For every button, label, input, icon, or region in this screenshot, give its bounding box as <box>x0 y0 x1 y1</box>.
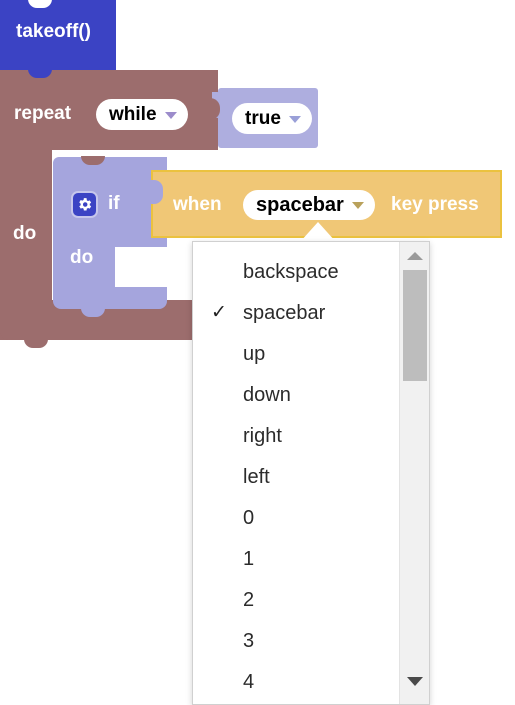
dropdown-item[interactable]: left <box>193 456 398 497</box>
block-repeat-label: repeat <box>14 103 72 124</box>
block-corner <box>0 330 10 340</box>
dropdown-item[interactable]: down <box>193 374 398 415</box>
dropdown-pointer <box>300 222 336 242</box>
dropdown-item[interactable]: up <box>193 333 398 374</box>
block-when-prefix-label: when <box>173 194 222 215</box>
dropdown-item-label: right <box>243 424 282 447</box>
dropdown-item[interactable]: 2 <box>193 579 398 620</box>
dropdown-item-label: down <box>243 383 291 406</box>
chevron-down-icon <box>164 111 177 119</box>
dropdown-item-label: 3 <box>243 629 255 652</box>
boolean-value-dropdown-field[interactable]: true <box>232 103 312 134</box>
block-repeat-do-label: do <box>13 223 37 244</box>
block-notch-top <box>28 0 52 8</box>
dropdown-item-label: 0 <box>243 506 255 529</box>
dropdown-scrollbar[interactable] <box>399 242 429 704</box>
dropdown-item-label: backspace <box>243 260 339 283</box>
dropdown-item[interactable]: ✓ spacebar <box>193 292 398 333</box>
gear-icon[interactable] <box>71 191 98 218</box>
dropdown-item-label: 2 <box>243 588 255 611</box>
dropdown-item[interactable]: 3 <box>193 620 398 661</box>
dropdown-item[interactable]: right <box>193 415 398 456</box>
blockly-workspace[interactable]: takeoff() repeat do while true if do whe… <box>0 0 515 705</box>
block-plug <box>151 180 163 204</box>
dropdown-item-list[interactable]: backspace ✓ spacebar up down right left 0 1 2 3 4 <box>193 242 398 702</box>
repeat-mode-dropdown-field[interactable]: while <box>96 99 188 130</box>
dropdown-item-label: 4 <box>243 670 255 693</box>
block-if-label: if <box>108 193 120 214</box>
block-notch-top <box>28 69 52 78</box>
check-icon: ✓ <box>211 302 227 323</box>
block-notch-top <box>81 156 105 165</box>
dropdown-item-label: left <box>243 465 270 488</box>
block-when-suffix-label: key press <box>391 194 479 215</box>
boolean-value: true <box>245 107 281 129</box>
key-select-dropdown-menu[interactable]: backspace ✓ spacebar up down right left 0 1 2 3 4 <box>192 241 430 705</box>
repeat-mode-value: while <box>109 103 157 125</box>
block-if-do-label: do <box>70 247 94 268</box>
scroll-up-arrow-icon[interactable] <box>400 245 429 267</box>
scrollbar-thumb[interactable] <box>403 270 427 381</box>
block-if-bottom[interactable] <box>53 287 167 317</box>
block-bump-bottom <box>24 339 48 348</box>
dropdown-item[interactable]: 1 <box>193 538 398 579</box>
block-takeoff[interactable]: takeoff() <box>0 0 116 78</box>
dropdown-item-label: spacebar <box>243 301 326 324</box>
key-select-dropdown-field[interactable]: spacebar <box>243 190 375 220</box>
dropdown-item[interactable]: backspace <box>193 251 398 292</box>
dropdown-item[interactable]: 4 <box>193 661 398 702</box>
key-select-value: spacebar <box>256 193 344 216</box>
chevron-down-icon <box>288 115 301 123</box>
scroll-down-arrow-icon[interactable] <box>400 670 429 692</box>
block-takeoff-label: takeoff() <box>16 21 91 42</box>
dropdown-item-label: up <box>243 342 266 365</box>
dropdown-item-label: 1 <box>243 547 255 570</box>
dropdown-item[interactable]: 0 <box>193 497 398 538</box>
block-plug <box>210 98 220 120</box>
chevron-down-icon <box>351 202 364 209</box>
